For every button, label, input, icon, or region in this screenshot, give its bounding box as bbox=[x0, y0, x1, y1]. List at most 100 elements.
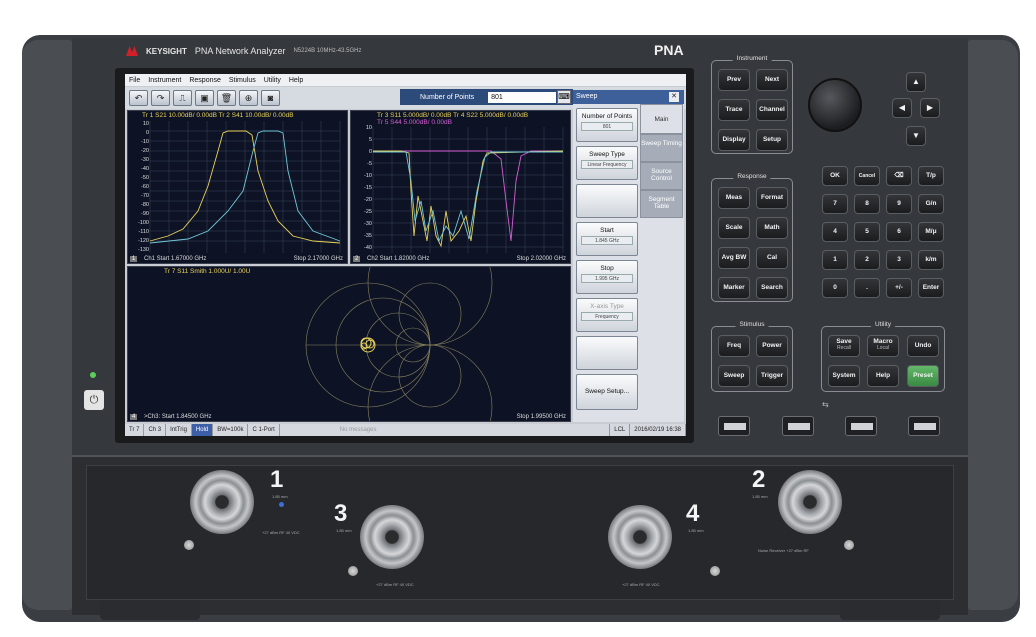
port-note: +27 dBm RF 40 VDC bbox=[376, 582, 414, 587]
menu-instrument[interactable]: Instrument bbox=[148, 77, 181, 84]
softkey-label: Start bbox=[600, 227, 614, 234]
macro-local-key[interactable]: Macro Local bbox=[867, 335, 899, 357]
mega-micro-key[interactable]: M/μ bbox=[918, 222, 944, 242]
freq-key[interactable]: Freq bbox=[718, 335, 750, 357]
backspace-icon[interactable]: ⌫ bbox=[886, 166, 912, 186]
up-arrow-key[interactable]: ▲ bbox=[906, 72, 926, 92]
tab-source-control[interactable]: Source Control bbox=[640, 162, 683, 190]
number-of-points-input[interactable]: 801 bbox=[488, 91, 557, 103]
next-key[interactable]: Next bbox=[756, 69, 788, 91]
trace-window-2[interactable]: Tr 3 S11 5.000dB/ 0.00dB Tr 4 S22 5.000d… bbox=[350, 110, 571, 264]
cancel-key[interactable]: Cancel bbox=[854, 166, 880, 186]
format-key[interactable]: Format bbox=[756, 187, 788, 209]
key-3[interactable]: 3 bbox=[886, 250, 912, 270]
system-key[interactable]: System bbox=[828, 365, 860, 387]
left-arrow-key[interactable]: ◀ bbox=[892, 98, 912, 118]
status-channel[interactable]: Ch 3 bbox=[144, 424, 167, 436]
right-arrow-key[interactable]: ▶ bbox=[920, 98, 940, 118]
menu-file[interactable]: File bbox=[129, 77, 140, 84]
help-key[interactable]: Help bbox=[867, 365, 899, 387]
test-port-1[interactable] bbox=[190, 470, 254, 534]
search-key[interactable]: Search bbox=[756, 277, 788, 299]
status-trace[interactable]: Tr 7 bbox=[125, 424, 145, 436]
stop-button[interactable]: Stop 1.995 GHz bbox=[576, 260, 638, 294]
channel-key[interactable]: Channel bbox=[756, 99, 788, 121]
kilo-milli-key[interactable]: k/m bbox=[918, 250, 944, 270]
preset-key[interactable]: Preset bbox=[907, 365, 939, 387]
scale-key[interactable]: Scale bbox=[718, 217, 750, 239]
trace-window-smith[interactable]: Tr 7 S11 Smith 1.000U/ 1.00U >Ch3: Start… bbox=[127, 266, 571, 422]
x-axis-type-button[interactable]: X-axis Type Frequency bbox=[576, 298, 638, 332]
test-port-4[interactable] bbox=[608, 505, 672, 569]
giga-nano-key[interactable]: G/n bbox=[918, 194, 944, 214]
number-of-points-button[interactable]: Number of Points 801 bbox=[576, 108, 638, 142]
y-tick-label: -35 bbox=[364, 233, 372, 239]
prev-key[interactable]: Prev bbox=[718, 69, 750, 91]
usb-port-2[interactable] bbox=[782, 416, 814, 436]
sweep-type-button[interactable]: Sweep Type Linear Frequency bbox=[576, 146, 638, 180]
key-9[interactable]: 9 bbox=[886, 194, 912, 214]
sign-key[interactable]: +/- bbox=[886, 278, 912, 298]
rotary-knob[interactable] bbox=[808, 78, 862, 132]
avg-bw-key[interactable]: Avg BW bbox=[718, 247, 750, 269]
tab-segment-table[interactable]: Segment Table bbox=[640, 190, 683, 218]
delete-icon[interactable]: 🗑 bbox=[217, 90, 236, 106]
undo-icon[interactable]: ↶ bbox=[129, 90, 148, 106]
zoom-icon[interactable]: ⊕ bbox=[239, 90, 258, 106]
test-port-2[interactable] bbox=[778, 470, 842, 534]
menu-help[interactable]: Help bbox=[289, 77, 303, 84]
cal-key[interactable]: Cal bbox=[756, 247, 788, 269]
meas-key[interactable]: Meas bbox=[718, 187, 750, 209]
key-4[interactable]: 4 bbox=[822, 222, 848, 242]
key-8[interactable]: 8 bbox=[854, 194, 880, 214]
y-tick-label: -30 bbox=[364, 221, 372, 227]
status-trigger[interactable]: IntTrig bbox=[166, 424, 192, 436]
trigger-key[interactable]: Trigger bbox=[756, 365, 788, 387]
power-key[interactable]: Power bbox=[756, 335, 788, 357]
tera-pico-key[interactable]: T/p bbox=[918, 166, 944, 186]
key-0[interactable]: 0 bbox=[822, 278, 848, 298]
ok-key[interactable]: OK bbox=[822, 166, 848, 186]
math-key[interactable]: Math bbox=[756, 217, 788, 239]
power-button[interactable]: ⏻ bbox=[84, 390, 104, 410]
menu-stimulus[interactable]: Stimulus bbox=[229, 77, 256, 84]
sweep-setup-button[interactable]: Sweep Setup... bbox=[576, 374, 638, 410]
usb-port-1[interactable] bbox=[718, 416, 750, 436]
redo-icon[interactable]: ↷ bbox=[151, 90, 170, 106]
key-1[interactable]: 1 bbox=[822, 250, 848, 270]
display-key[interactable]: Display bbox=[718, 129, 750, 151]
pna-badge: PNA bbox=[654, 42, 684, 58]
key-2[interactable]: 2 bbox=[854, 250, 880, 270]
keyboard-icon[interactable]: ⌨ bbox=[557, 90, 571, 104]
tab-main[interactable]: Main bbox=[640, 104, 683, 134]
tab-sweep-timing[interactable]: Sweep Timing bbox=[640, 134, 683, 162]
key-5[interactable]: 5 bbox=[854, 222, 880, 242]
status-cal[interactable]: C 1-Port bbox=[248, 424, 280, 436]
close-icon[interactable]: ✕ bbox=[669, 92, 679, 102]
menu-response[interactable]: Response bbox=[189, 77, 221, 84]
start-button[interactable]: Start 1.845 GHz bbox=[576, 222, 638, 256]
blank-softkey[interactable] bbox=[576, 184, 638, 218]
menu-utility[interactable]: Utility bbox=[264, 77, 281, 84]
undo-key[interactable]: Undo bbox=[907, 335, 939, 357]
sweep-key[interactable]: Sweep bbox=[718, 365, 750, 387]
save-icon[interactable]: ▣ bbox=[195, 90, 214, 106]
usb-port-4[interactable] bbox=[908, 416, 940, 436]
marker-key[interactable]: Marker bbox=[718, 277, 750, 299]
trace-window-1[interactable]: Tr 1 S21 10.00dB/ 0.00dB Tr 2 S41 10.00d… bbox=[127, 110, 348, 264]
marker-icon[interactable]: ⎍ bbox=[173, 90, 192, 106]
status-bandwidth[interactable]: BW=100k bbox=[213, 424, 249, 436]
down-arrow-key[interactable]: ▼ bbox=[906, 126, 926, 146]
blank-softkey[interactable] bbox=[576, 336, 638, 370]
decimal-key[interactable]: . bbox=[854, 278, 880, 298]
setup-key[interactable]: Setup bbox=[756, 129, 788, 151]
usb-port-3[interactable] bbox=[845, 416, 877, 436]
key-7[interactable]: 7 bbox=[822, 194, 848, 214]
test-port-3[interactable] bbox=[360, 505, 424, 569]
key-6[interactable]: 6 bbox=[886, 222, 912, 242]
status-hold[interactable]: Hold bbox=[191, 424, 214, 436]
camera-icon[interactable]: ◙ bbox=[261, 90, 280, 106]
trace-key[interactable]: Trace bbox=[718, 99, 750, 121]
save-recall-key[interactable]: Save Recall bbox=[828, 335, 860, 357]
enter-key[interactable]: Enter bbox=[918, 278, 944, 298]
